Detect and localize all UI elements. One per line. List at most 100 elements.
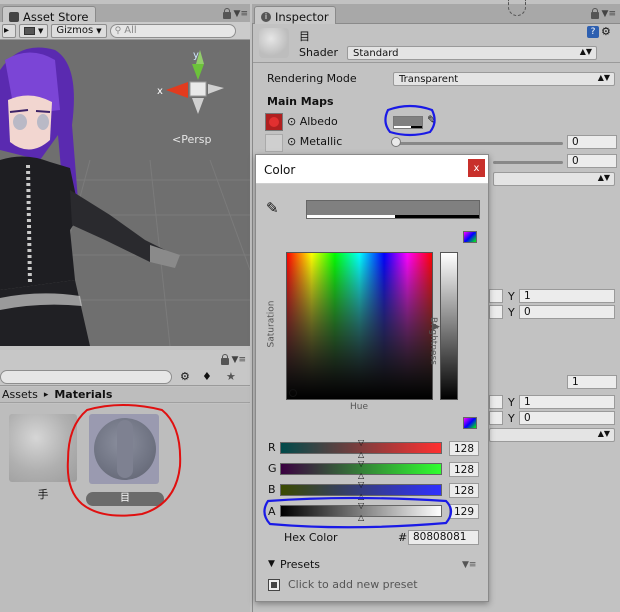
blue-annotation-alpha — [263, 496, 453, 529]
project-header: ▼≡ — [0, 350, 250, 368]
image-icon — [24, 26, 35, 35]
rendering-mode-dropdown[interactable]: Transparent ▲▼ — [393, 72, 615, 86]
left-tabbar: Asset Store ▼≡ — [0, 4, 250, 24]
inspector-tab-label: Inspector — [275, 9, 329, 24]
red-value-field[interactable]: 128 — [449, 441, 479, 456]
secondary-uv-field[interactable]: 1 — [567, 375, 617, 389]
albedo-texture-icon — [269, 117, 279, 127]
red-annotation-circle — [66, 404, 182, 517]
red-channel-label: R — [268, 441, 276, 454]
shader-value: Standard — [353, 47, 399, 59]
detail-offset-x-field[interactable] — [489, 411, 503, 425]
scene-toolbar: ▸ ▼ Gizmos ▼ ⚲ All — [0, 22, 250, 40]
project-panel-menu[interactable]: ▼≡ — [220, 354, 246, 365]
help-icon[interactable]: ? — [587, 26, 599, 38]
smoothness-value-field[interactable]: 0 — [567, 154, 617, 168]
color-eyedropper-icon[interactable]: ✎ — [266, 199, 279, 217]
scene-search-input[interactable]: ⚲ All — [109, 23, 236, 38]
albedo-label: ⊙ Albedo — [287, 115, 338, 128]
presets-foldout-icon[interactable]: ▼ — [268, 559, 275, 569]
rendering-mode-label: Rendering Mode — [267, 72, 357, 85]
filter-by-label-icon[interactable]: ♦ — [202, 370, 212, 383]
lock-icon[interactable] — [222, 8, 231, 19]
blue-annotation-swatch — [384, 104, 436, 137]
gizmo-y-label: y — [193, 50, 199, 61]
color-window-titlebar[interactable]: Color x — [256, 155, 488, 184]
filter-by-type-icon[interactable]: ⚙ — [180, 370, 190, 383]
smoothness-source-dropdown[interactable]: ▲▼ — [493, 172, 615, 186]
settings-gear-icon[interactable]: ⚙ — [601, 25, 611, 38]
inspector-tabbar: i Inspector ▼≡ — [252, 0, 620, 24]
offset-y-label: Y — [508, 306, 515, 319]
smoothness-source-chevron-icon: ▲▼ — [597, 173, 610, 182]
offset-y-field[interactable]: 0 — [519, 305, 615, 319]
green-value-field[interactable]: 128 — [449, 462, 479, 477]
uv-set-chevron-icon: ▲▼ — [597, 429, 610, 438]
metallic-texture-slot[interactable] — [265, 134, 283, 152]
inspector-context-menu-icon[interactable]: ▼≡ — [602, 9, 616, 19]
tiling-x-field[interactable] — [489, 289, 503, 303]
gizmos-button[interactable]: Gizmos ▼ — [51, 23, 107, 38]
color-selector-circle[interactable] — [289, 389, 297, 397]
close-button[interactable]: x — [468, 159, 485, 177]
hex-hash: # — [398, 531, 408, 544]
smoothness-slider-track[interactable] — [493, 161, 563, 164]
preset-square-icon — [271, 582, 277, 588]
albedo-texture-slot[interactable] — [265, 113, 283, 131]
brightness-label: Brightness — [428, 317, 438, 365]
presets-label[interactable]: Presets — [280, 558, 320, 571]
project-context-menu-icon[interactable]: ▼≡ — [232, 355, 246, 365]
favorite-star-icon[interactable]: ★ — [226, 370, 236, 383]
blue-slider-marker[interactable]: ▽ — [358, 480, 364, 489]
inspector-lock-icon[interactable] — [590, 8, 599, 19]
metallic-label: ⊙ Metallic — [287, 135, 343, 148]
hsv-mode-toggle-icon[interactable] — [463, 231, 477, 243]
gizmo-x-label: x — [157, 86, 163, 97]
add-preset-button[interactable] — [268, 579, 280, 591]
shader-label: Shader — [299, 46, 338, 59]
gizmos-label: Gizmos — [56, 25, 94, 36]
presets-menu-icon[interactable]: ▼≡ — [462, 560, 476, 570]
scene-view-options-button[interactable]: ▼ — [19, 23, 49, 38]
breadcrumb-materials[interactable]: Materials — [54, 388, 112, 401]
hex-color-input[interactable]: 80808081 — [408, 530, 479, 545]
chevron-down-icon: ▲▼ — [579, 47, 592, 56]
scene-render — [0, 47, 250, 346]
red-slider-marker-bottom[interactable]: △ — [358, 450, 364, 459]
detail-tiling-y-field[interactable]: 1 — [519, 395, 615, 409]
material-preview-icon — [259, 28, 289, 58]
hue-label: Hue — [350, 402, 369, 412]
tiling-y-field[interactable]: 1 — [519, 289, 615, 303]
metallic-slider-knob[interactable] — [391, 137, 401, 147]
inspector-panel-menu[interactable]: ▼≡ — [590, 8, 616, 19]
offset-x-field[interactable] — [489, 305, 503, 319]
brightness-strip[interactable] — [440, 252, 458, 400]
add-preset-label[interactable]: Click to add new preset — [288, 578, 418, 591]
shader-dropdown[interactable]: Standard ▲▼ — [347, 46, 597, 60]
color-picker-window: Color x ✎ Saturation Hue ▶ Brightness R … — [255, 154, 489, 602]
project-lock-icon[interactable] — [220, 354, 229, 365]
main-maps-label: Main Maps — [267, 95, 334, 108]
left-panel-menu[interactable]: ▼≡ — [222, 8, 248, 19]
color-window-title: Color — [264, 163, 296, 177]
persp-label[interactable]: <Persp — [172, 133, 211, 146]
shading-mode-button[interactable]: ▸ — [2, 23, 16, 38]
context-menu-icon[interactable]: ▼≡ — [234, 9, 248, 19]
red-slider-marker[interactable]: ▽ — [358, 438, 364, 447]
search-icon: ⚲ — [114, 25, 122, 36]
green-slider-marker[interactable]: ▽ — [358, 459, 364, 468]
detail-offset-y-label: Y — [508, 412, 515, 425]
metallic-slider-track[interactable] — [395, 142, 563, 145]
saturation-value-square[interactable] — [286, 252, 433, 400]
breadcrumb-assets[interactable]: Assets — [2, 388, 38, 401]
inspector-tab[interactable]: i Inspector — [254, 6, 336, 24]
scene-viewport[interactable]: y x <Persp — [0, 40, 250, 346]
scene-search-placeholder: All — [124, 25, 137, 36]
rgb-mode-toggle-icon[interactable] — [463, 417, 477, 429]
metallic-value-field[interactable]: 0 — [567, 135, 617, 149]
detail-tiling-x-field[interactable] — [489, 395, 503, 409]
uv-set-dropdown[interactable]: ▲▼ — [489, 428, 615, 442]
project-search-input[interactable] — [0, 370, 172, 384]
detail-offset-y-field[interactable]: 0 — [519, 411, 615, 425]
green-slider-marker-bottom[interactable]: △ — [358, 471, 364, 480]
